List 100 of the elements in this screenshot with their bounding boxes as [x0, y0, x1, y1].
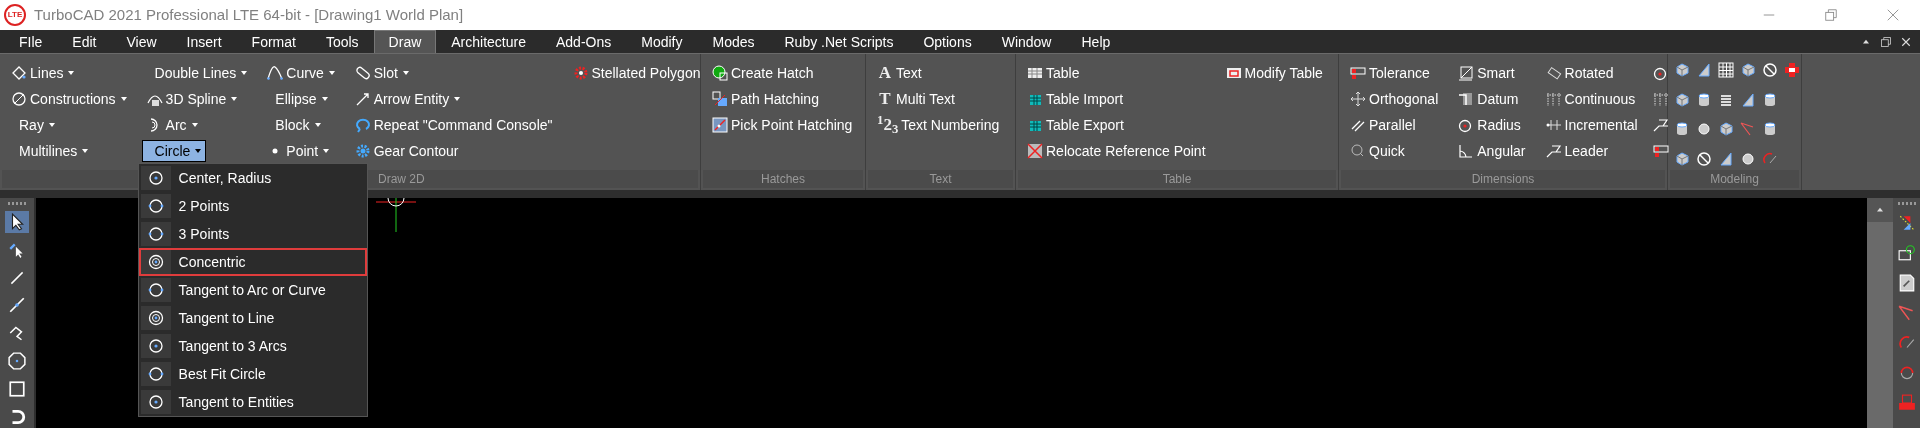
restore-icon [1880, 35, 1892, 48]
slashed-circle-icon [1696, 150, 1712, 167]
ribbon-button[interactable]: Table [1022, 60, 1085, 86]
menu-item[interactable]: Tools [310, 30, 374, 53]
glyph-icon: $^{1}$2$_{3}$ [877, 112, 899, 138]
ribbon-button[interactable]: T Multi Text [872, 86, 960, 112]
ribbon-button[interactable]: Ray [6, 112, 60, 138]
dropdown-item[interactable]: Concentric [138, 248, 367, 276]
ribbon-button[interactable]: A Text [872, 60, 927, 86]
hatch-icon [712, 91, 728, 107]
dropdown-item[interactable]: Tangent to 3 Arcs [138, 332, 367, 360]
menu-item[interactable]: Ruby .Net Scripts [769, 30, 909, 53]
radius-icon [1652, 65, 1669, 81]
dropdown-item[interactable]: Tangent to Entities [138, 388, 367, 416]
dropdown-item[interactable]: Center, Radius [138, 164, 367, 192]
group-label: Table [1162, 172, 1192, 186]
group-label: Draw 2D [378, 172, 425, 186]
ribbon-button[interactable]: Stellated Polygon [567, 60, 706, 86]
ribbon-button[interactable]: Incremental [1540, 112, 1643, 138]
menu-item[interactable]: Draw [373, 30, 437, 53]
ribbon-button[interactable]: Table Import [1022, 86, 1129, 112]
window-title: TurboCAD 2021 Professional LTE 64-bit - [Drawing1 World Plan] [34, 4, 465, 25]
tolerance-icon [1652, 143, 1669, 159]
ribbon-button[interactable]: Arc [141, 112, 203, 138]
ribbon-button[interactable]: Pick Point Hatching [707, 112, 858, 138]
slashed-circle-icon [1762, 62, 1778, 78]
cylinder-icon [1762, 121, 1778, 137]
ribbon-button[interactable]: Quick [1345, 138, 1410, 164]
menu-item[interactable]: Modify [626, 30, 698, 53]
circle-icon [147, 366, 164, 382]
dimension-icon [1458, 65, 1475, 81]
circle-icon [147, 226, 164, 242]
tolerance-icon [1350, 65, 1366, 81]
table-icon [1225, 65, 1242, 81]
menu-item[interactable]: Help [1066, 30, 1126, 53]
ribbon-button[interactable]: Smart [1453, 60, 1520, 86]
dropdown-item[interactable]: Best Fit Circle [138, 360, 367, 388]
menu-item[interactable]: Options [908, 30, 987, 53]
menu-item[interactable]: Modes [697, 30, 770, 53]
ribbon-button[interactable]: Ellipse [262, 86, 333, 112]
group-label: Modeling [1710, 172, 1759, 186]
ribbon-button[interactable]: 3D Spline [141, 86, 243, 112]
scrollbar[interactable] [1867, 198, 1893, 428]
octagon-icon [8, 352, 26, 371]
ribbon-button[interactable]: Relocate Reference Point [1022, 138, 1211, 164]
ribbon-button[interactable]: Radius [1453, 112, 1526, 138]
ribbon-button[interactable]: Path Hatching [707, 86, 824, 112]
ribbon-button[interactable]: Leader [1540, 138, 1614, 164]
ribbon-button[interactable]: Create Hatch [707, 60, 819, 86]
ribbon-button[interactable]: Continuous [1540, 86, 1641, 112]
menu-item[interactable]: Add-Ons [541, 30, 627, 53]
ribbon-button[interactable]: $^{1}$2$_{3}$ Text Numbering [872, 112, 1005, 138]
caret-icon [120, 97, 127, 101]
menu-item[interactable]: Edit [57, 30, 112, 53]
dropdown-item[interactable]: Tangent to Arc or Curve [138, 276, 367, 304]
ribbon-button[interactable]: Parallel [1345, 112, 1421, 138]
close-button[interactable] [1886, 8, 1900, 22]
dimension-icon [1545, 117, 1562, 133]
dropdown-item[interactable]: 2 Points [138, 192, 367, 220]
ribbon-button[interactable]: Circle [141, 140, 207, 162]
ribbon-button[interactable]: Constructions [6, 86, 132, 112]
printer-icon [1897, 394, 1916, 412]
caret-icon [68, 71, 75, 75]
caret-icon [195, 149, 202, 153]
ribbon-button[interactable]: Curve [262, 60, 340, 86]
pointer-tool[interactable] [5, 210, 29, 233]
gear-icon [354, 143, 371, 159]
ribbon-button[interactable]: Double Lines [141, 60, 253, 86]
ribbon-button[interactable]: Tolerance [1345, 60, 1435, 86]
ribbon-button[interactable]: Block [262, 112, 326, 138]
app-logo: LTE [4, 4, 26, 26]
caret-icon [323, 149, 330, 153]
ribbon-button[interactable]: Angular [1453, 138, 1531, 164]
menu-item[interactable]: Architecture [436, 30, 541, 53]
circle-icon [147, 394, 164, 410]
menu-item[interactable]: FIle [4, 30, 58, 53]
menu-item[interactable]: Format [236, 30, 311, 53]
ribbon-button[interactable]: Slot [349, 60, 414, 86]
ribbon-button[interactable]: Table Export [1022, 112, 1129, 138]
ribbon-button[interactable]: Orthogonal [1345, 86, 1444, 112]
ribbon-button[interactable]: Modify Table [1220, 60, 1328, 86]
ribbon-button[interactable]: Arrow Entity [349, 86, 466, 112]
menu-item[interactable]: View [111, 30, 172, 53]
menu-item[interactable]: Insert [171, 30, 237, 53]
ribbon-button[interactable]: Gear Contour [349, 138, 464, 164]
caret-icon [321, 97, 328, 101]
ribbon-button[interactable]: Lines [6, 60, 80, 86]
caret-icon [231, 97, 238, 101]
hatch-icon [712, 65, 728, 81]
octagon-tool[interactable] [5, 350, 29, 373]
ribbon-button[interactable]: Point [262, 138, 335, 164]
menu-item[interactable]: Window [986, 30, 1067, 53]
dropdown-item[interactable]: 3 Points [138, 220, 367, 248]
dropdown-item[interactable]: Tangent to Line [138, 304, 367, 332]
ribbon-button[interactable]: Multilines [6, 138, 94, 164]
concentric-circles-icon [147, 254, 164, 270]
ribbon-button[interactable]: Repeat "Command Console" [349, 112, 558, 138]
ribbon-button[interactable]: Datum [1453, 86, 1524, 112]
restore-button[interactable] [1824, 8, 1838, 22]
ribbon-button[interactable]: Rotated [1540, 60, 1619, 86]
